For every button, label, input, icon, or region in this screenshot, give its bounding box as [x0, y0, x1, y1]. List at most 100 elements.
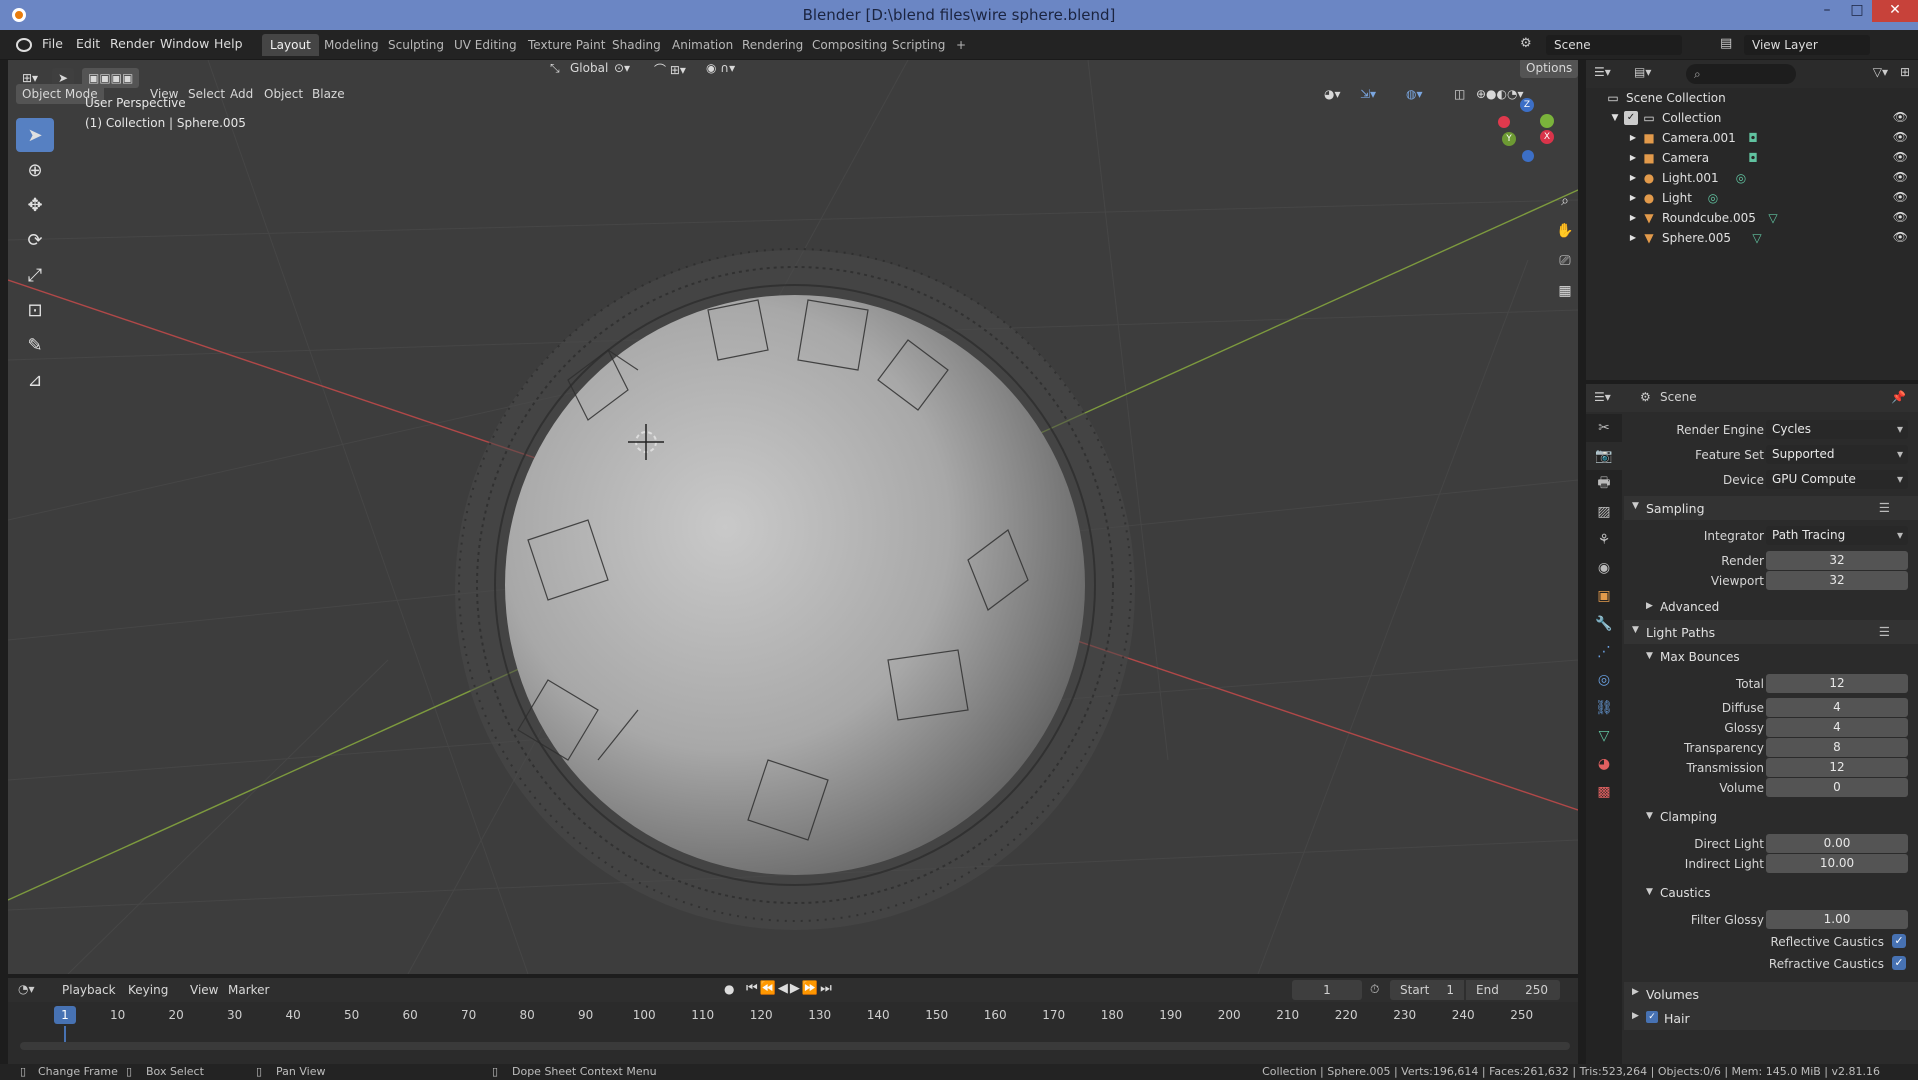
timeline-scrollbar[interactable]: [20, 1042, 1570, 1050]
hair-checkbox[interactable]: ✓: [1646, 1011, 1658, 1023]
filter-glossy-field[interactable]: 1.00: [1766, 910, 1908, 929]
light-paths-panel-header[interactable]: ▼ Light Paths ☰: [1624, 620, 1918, 644]
transform-orientation-dropdown[interactable]: Global: [564, 60, 614, 78]
gizmo-y-axis[interactable]: Y: [1502, 132, 1516, 146]
display-mode-icon[interactable]: ▤▾: [1634, 65, 1651, 79]
texture-tab-icon[interactable]: ▩: [1586, 778, 1622, 806]
eye-icon[interactable]: 👁: [1893, 130, 1908, 144]
world-tab-icon[interactable]: ◉: [1586, 554, 1622, 582]
tool-tab-icon[interactable]: ✂: [1586, 414, 1622, 442]
tab-shading[interactable]: Shading: [604, 34, 669, 56]
select-box-tool-icon[interactable]: ➤: [16, 118, 54, 152]
close-button[interactable]: ✕: [1872, 0, 1918, 22]
gizmo-toggle-icon[interactable]: ⇲▾: [1354, 84, 1382, 104]
tab-layout[interactable]: Layout: [262, 34, 319, 56]
outliner-editor-icon[interactable]: ☰▾: [1594, 65, 1611, 79]
menu-render[interactable]: Render: [110, 36, 155, 51]
expand-arrow-icon[interactable]: ▼: [1608, 111, 1622, 125]
current-frame-field[interactable]: 1: [1292, 980, 1362, 1000]
bounce-field[interactable]: 8: [1766, 738, 1908, 757]
gizmo-z-negative[interactable]: [1522, 150, 1534, 162]
playhead-frame-indicator[interactable]: 1: [54, 1006, 76, 1024]
timeline-editor-icon[interactable]: ◔▾: [18, 982, 35, 996]
bounce-field[interactable]: 0: [1766, 778, 1908, 797]
tab-modeling[interactable]: Modeling: [316, 34, 387, 56]
presets-icon[interactable]: ☰: [1879, 624, 1890, 639]
timeline-ruler[interactable]: 1 10 20 30 40 50 60 70 80 90 100 110 120 130 140 150 16…: [8, 1004, 1578, 1026]
expand-arrow-icon[interactable]: ▶: [1626, 231, 1640, 245]
tab-sculpting[interactable]: Sculpting: [380, 34, 452, 56]
overlay-toggle-icon[interactable]: ◍▾: [1400, 84, 1429, 104]
ortho-grid-icon[interactable]: ▦: [1552, 278, 1578, 304]
collection-row[interactable]: ▼ ✓ ▭ Collection 👁: [1586, 108, 1918, 128]
tree-item[interactable]: ▶ ● Light ◎ 👁: [1586, 188, 1918, 208]
modifier-tab-icon[interactable]: 🔧: [1586, 610, 1622, 638]
minimize-button[interactable]: –: [1812, 0, 1842, 22]
device-dropdown[interactable]: GPU Compute: [1766, 470, 1908, 489]
integrator-dropdown[interactable]: Path Tracing: [1766, 526, 1908, 545]
navigation-gizmo[interactable]: Z Y X: [1498, 98, 1558, 162]
tree-item[interactable]: ▶ ■ Camera.001 ◘ 👁: [1586, 128, 1918, 148]
stopwatch-icon[interactable]: ⏱: [1370, 982, 1379, 997]
constraints-tab-icon[interactable]: ⛓: [1586, 694, 1622, 722]
collection-checkbox[interactable]: ✓: [1624, 111, 1638, 125]
tree-item[interactable]: ▶ ▼ Sphere.005 ▽ 👁: [1586, 228, 1918, 248]
clamping-subpanel-header[interactable]: ▼ Clamping: [1624, 806, 1918, 828]
properties-editor-icon[interactable]: ☰▾: [1594, 390, 1611, 404]
menu-file[interactable]: File: [42, 36, 63, 51]
expand-arrow-icon[interactable]: ▶: [1626, 151, 1640, 165]
pivot-icon[interactable]: ⊙▾: [608, 60, 636, 78]
record-button-icon[interactable]: ●: [724, 982, 734, 996]
add-workspace-button[interactable]: +: [948, 34, 974, 56]
gizmo-y-positive[interactable]: [1540, 114, 1554, 128]
gizmo-x-axis[interactable]: X: [1540, 130, 1554, 144]
render-engine-dropdown[interactable]: Cycles: [1766, 420, 1908, 439]
menu-edit[interactable]: Edit: [76, 36, 100, 51]
visibility-icon[interactable]: ◕▾: [1318, 84, 1347, 104]
indirect-light-field[interactable]: 10.00: [1766, 854, 1908, 873]
expand-arrow-icon[interactable]: ▶: [1626, 171, 1640, 185]
menu-help[interactable]: Help: [214, 36, 243, 51]
xray-toggle-icon[interactable]: ◫: [1448, 84, 1471, 104]
refractive-caustics-checkbox[interactable]: ✓: [1892, 956, 1906, 970]
feature-set-dropdown[interactable]: Supported: [1766, 445, 1908, 464]
menu-keying[interactable]: Keying: [122, 980, 174, 1000]
gizmo-z-axis[interactable]: Z: [1520, 98, 1534, 112]
blender-logo-icon[interactable]: [16, 38, 32, 52]
volumes-panel-header[interactable]: ▶ Volumes: [1624, 982, 1918, 1006]
rotate-tool-icon[interactable]: ⟳: [16, 223, 54, 257]
tab-animation[interactable]: Animation: [664, 34, 741, 56]
physics-tab-icon[interactable]: ◎: [1586, 666, 1622, 694]
menu-add[interactable]: Add: [224, 84, 259, 104]
tab-uv-editing[interactable]: UV Editing: [446, 34, 525, 56]
eye-icon[interactable]: 👁: [1893, 170, 1908, 184]
bounce-field[interactable]: 12: [1766, 758, 1908, 777]
expand-arrow-icon[interactable]: ▶: [1626, 191, 1640, 205]
menu-object[interactable]: Object: [258, 84, 309, 104]
data-tab-icon[interactable]: ▽: [1586, 722, 1622, 750]
bounce-field[interactable]: 4: [1766, 698, 1908, 717]
bounce-field[interactable]: 4: [1766, 718, 1908, 737]
output-tab-icon[interactable]: 🖶: [1586, 470, 1622, 498]
tree-item[interactable]: ▶ ▼ Roundcube.005 ▽ 👁: [1586, 208, 1918, 228]
hair-panel-header[interactable]: ▶ ✓ Hair: [1624, 1006, 1918, 1030]
presets-icon[interactable]: ☰: [1879, 500, 1890, 515]
particles-tab-icon[interactable]: ⋰: [1586, 638, 1622, 666]
tree-item[interactable]: ▶ ● Light.001 ◎ 👁: [1586, 168, 1918, 188]
bounce-field[interactable]: 12: [1766, 674, 1908, 693]
menu-marker[interactable]: Marker: [222, 980, 275, 1000]
tree-root-row[interactable]: ▭ Scene Collection: [1586, 88, 1918, 108]
eye-icon[interactable]: 👁: [1893, 110, 1908, 124]
advanced-subpanel-header[interactable]: ▶ Advanced: [1624, 596, 1918, 618]
tab-compositing[interactable]: Compositing: [804, 34, 895, 56]
expand-arrow-icon[interactable]: ▶: [1626, 131, 1640, 145]
tree-item[interactable]: ▶ ■ Camera ◘ 👁: [1586, 148, 1918, 168]
filter-icon[interactable]: ▽▾: [1873, 65, 1888, 79]
viewport-samples-field[interactable]: 32: [1766, 571, 1908, 590]
tab-rendering[interactable]: Rendering: [734, 34, 811, 56]
direct-light-field[interactable]: 0.00: [1766, 834, 1908, 853]
menu-window[interactable]: Window: [160, 36, 209, 51]
scale-tool-icon[interactable]: ⤢: [16, 258, 54, 292]
caustics-subpanel-header[interactable]: ▼ Caustics: [1624, 882, 1918, 904]
scene-tab-icon[interactable]: ⚘: [1586, 526, 1622, 554]
